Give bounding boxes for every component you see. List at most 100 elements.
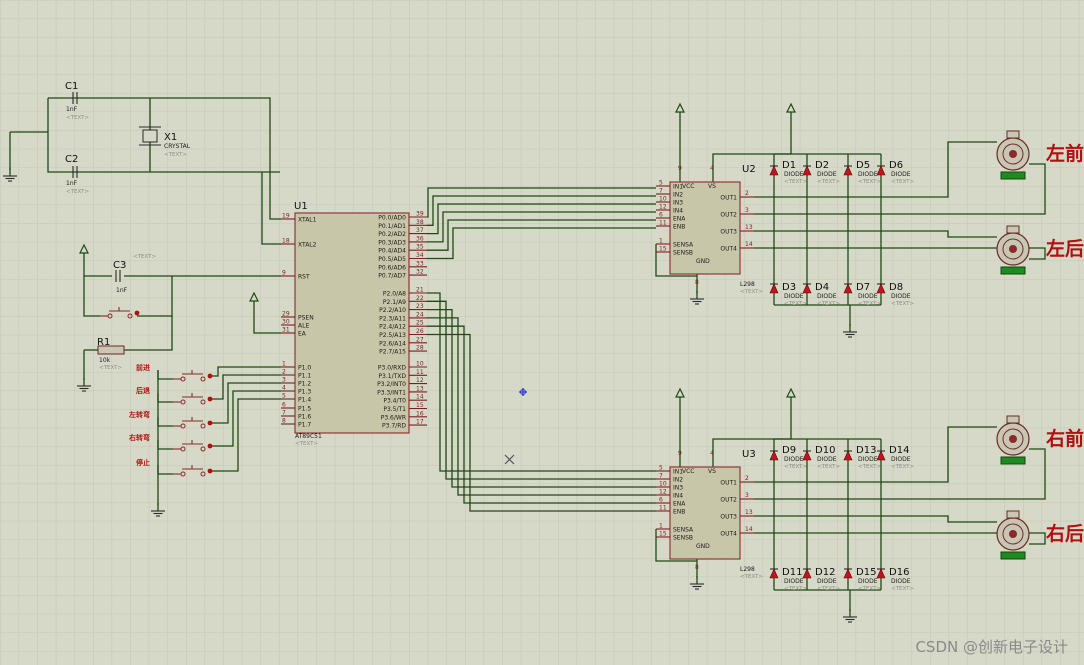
u3-pin-name: OUT4	[720, 531, 737, 538]
u2-pin-name: OUT2	[720, 212, 737, 219]
button-label-4: 右转弯	[128, 433, 150, 442]
u1-pin-name: XTAL2	[298, 242, 317, 249]
u3-pin-name: SENSA	[673, 527, 694, 534]
u1-pin-number: 8	[282, 418, 286, 425]
u2-diode-placeholder: <TEXT>	[891, 179, 914, 185]
u3-pin-name: OUT3	[720, 514, 737, 521]
button-label-5: 停止	[136, 458, 150, 467]
u2-motor-b-shaft	[1009, 245, 1017, 253]
u1-pin-number: 25	[416, 320, 424, 327]
u2-diode-ref: D5	[856, 160, 870, 171]
u2-vcc-number: 9	[678, 165, 682, 172]
x1-placeholder: <TEXT>	[164, 152, 187, 158]
u1-pin-name: P2.6/A14	[379, 340, 406, 347]
u1-pin-name: P2.4/A12	[379, 324, 406, 331]
u2-placeholder: <TEXT>	[740, 289, 763, 295]
u3-diode-placeholder: <TEXT>	[817, 586, 840, 592]
u1-pin-name: P1.5	[298, 406, 311, 413]
control-button-1-pin-dot	[207, 373, 213, 379]
u3-diode-placeholder: <TEXT>	[891, 464, 914, 470]
u1-pin-number: 37	[416, 227, 424, 234]
u1-pin-name: P0.2/AD2	[378, 231, 406, 238]
schematic-canvas[interactable]: U1 AT89C51 <TEXT> 19 XTAL1 18 XTAL2 9 RST 29 PSEN 3…	[0, 0, 1084, 665]
u3-pin-name: OUT2	[720, 497, 737, 504]
u3-diode-ref: D12	[815, 567, 835, 578]
u3-motor-label-a: 右前	[1045, 427, 1084, 450]
control-button-4-pin-dot	[207, 443, 213, 449]
u1-pin-number: 1	[282, 361, 286, 368]
u2-diode-type: DIODE	[891, 293, 911, 300]
u2-ref: U2	[742, 164, 756, 175]
u3-motor-a-indicator	[1000, 456, 1026, 465]
u1-pin-number: 34	[416, 252, 424, 259]
u2-part: L298	[740, 281, 755, 288]
c3-ref: C3	[113, 260, 126, 271]
c3-value: 1nF	[116, 287, 128, 294]
u1-pin-number: 27	[416, 336, 424, 343]
u2-diode-type: DIODE	[817, 171, 837, 178]
u3-pin-number: 1	[659, 523, 663, 530]
u1-pin-name: P2.2/A10	[379, 307, 406, 314]
u2-pin-number: 5	[659, 180, 663, 187]
u1-pin-number: 11	[416, 369, 424, 376]
u2-pin-name: SENSA	[673, 242, 694, 249]
reset-push-button-pin-dot	[134, 310, 140, 316]
u1-pin-number: 36	[416, 235, 424, 242]
u2-diode-placeholder: <TEXT>	[817, 301, 840, 307]
u2-motor-a-shaft	[1009, 150, 1017, 158]
u2-diode-ref: D3	[782, 282, 796, 293]
u2-pin-number: 10	[659, 196, 667, 203]
c1-value: 1nF	[66, 106, 78, 113]
u3-diode-type: DIODE	[784, 578, 804, 585]
u2-diode-ref: D6	[889, 160, 903, 171]
u1-pin-number: 7	[282, 410, 286, 417]
u1-pin-name: P2.0/A8	[383, 291, 406, 298]
u1-pin-name: PSEN	[298, 315, 314, 322]
u3-pin-number: 2	[745, 475, 749, 482]
u1-pin-number: 24	[416, 311, 424, 318]
u2-pin-number: 1	[659, 238, 663, 245]
u1-placeholder: <TEXT>	[295, 441, 318, 447]
u2-pin-number: 14	[745, 241, 753, 248]
u3-motor-b-cap	[1006, 510, 1020, 519]
u1-pin-number: 12	[416, 377, 424, 384]
u2-diode-placeholder: <TEXT>	[858, 179, 881, 185]
u1-pin-number: 14	[416, 394, 424, 401]
u3-pin-name: ENB	[673, 509, 685, 516]
u2-motor-label-b: 左后	[1046, 237, 1084, 260]
u1-pin-name: P3.3/INT1	[377, 389, 406, 396]
u2-diode-ref: D1	[782, 160, 796, 171]
u1-pin-name: P0.6/AD6	[378, 264, 406, 271]
u3-pin-number: 13	[745, 509, 753, 516]
u1-pin-number: 39	[416, 211, 424, 218]
u1-pin-name: ALE	[298, 323, 309, 330]
u2-vcc-label: VCC	[682, 183, 694, 190]
u3-placeholder: <TEXT>	[740, 574, 763, 580]
u3-diode-placeholder: <TEXT>	[817, 464, 840, 470]
u3-vs-label: VS	[708, 468, 716, 475]
control-button-2-pin-dot	[207, 396, 213, 402]
watermark: CSDN @创新电子设计	[915, 638, 1068, 656]
u1-pin-number: 28	[416, 345, 424, 352]
u2-motor-label-a: 左前	[1046, 142, 1084, 165]
u1-pin-number: 3	[282, 377, 286, 384]
u1-pin-number: 26	[416, 328, 424, 335]
u3-diode-ref: D16	[889, 567, 909, 578]
u3-pin-number: 10	[659, 481, 667, 488]
u3-pin-number: 15	[659, 531, 667, 538]
u1-pin-name: P0.1/AD1	[378, 223, 406, 230]
u2-motor-a-cap	[1006, 130, 1020, 139]
c2-value: 1nF	[66, 180, 78, 187]
u1-pin-number: 4	[282, 385, 286, 392]
u3-diode-ref: D11	[782, 567, 802, 578]
u2-diode-placeholder: <TEXT>	[817, 179, 840, 185]
u3-diode-type: DIODE	[858, 578, 878, 585]
u1-pin-name: P0.0/AD0	[378, 215, 406, 222]
u3-diode-ref: D10	[815, 445, 835, 456]
u2-pin-name: IN4	[673, 208, 683, 215]
u2-motor-b-indicator	[1000, 266, 1026, 275]
u3-vcc-number: 9	[678, 450, 682, 457]
u2-diode-placeholder: <TEXT>	[858, 301, 881, 307]
u3-pin-number: 12	[659, 489, 667, 496]
u1-pin-name: RST	[298, 274, 310, 281]
